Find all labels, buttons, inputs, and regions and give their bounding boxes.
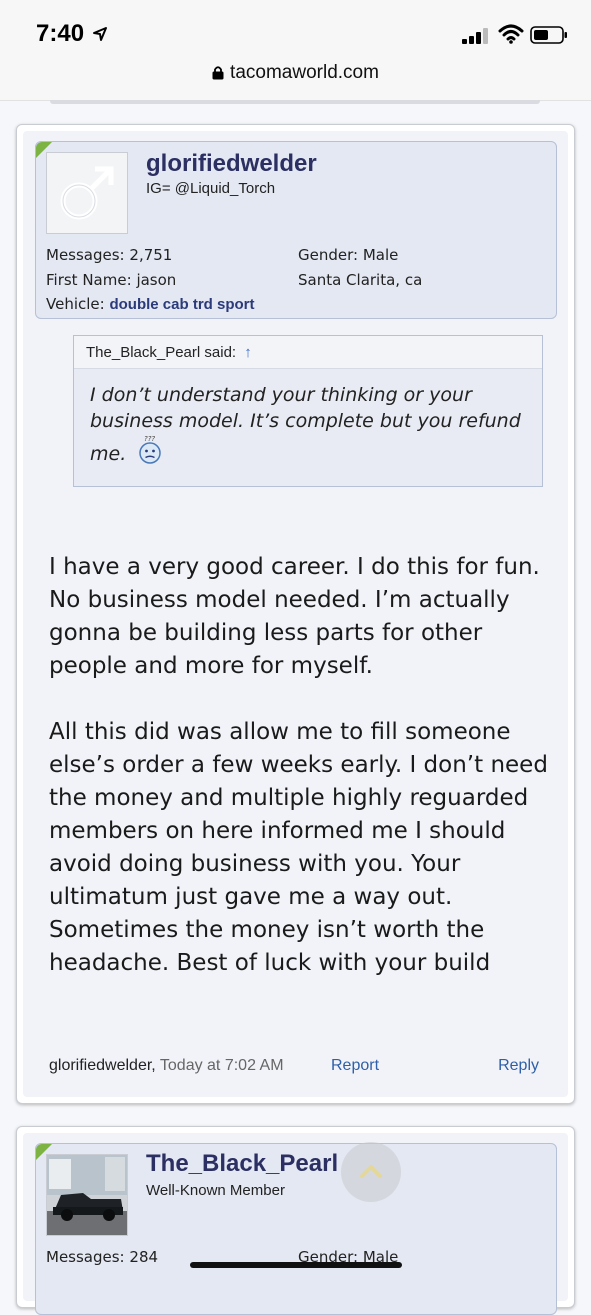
messages-field: Messages: 284	[46, 1248, 158, 1266]
report-link[interactable]: Report	[331, 1057, 379, 1075]
footer-separator: ,	[151, 1057, 156, 1074]
location-value: Santa Clarita, ca	[298, 271, 423, 289]
battery-icon	[530, 26, 567, 44]
vehicle-field: Vehicle: double cab trd sport	[46, 295, 255, 313]
user-title: IG= @Liquid_Torch	[146, 180, 276, 197]
lock-icon	[212, 66, 224, 80]
message-paragraph: All this did was allow me to fill someon…	[49, 719, 548, 976]
post-message: I have a very good career. I do this for…	[49, 551, 549, 1013]
wifi-icon	[498, 24, 524, 44]
quote-jump-link[interactable]: ↑	[244, 344, 252, 361]
gender-label: Gender:	[298, 246, 359, 264]
post: glorifiedwelder IG= @Liquid_Torch Messag…	[16, 124, 575, 1104]
footer-author-link[interactable]: glorifiedwelder	[49, 1057, 151, 1074]
url-bar[interactable]: tacomaworld.com	[0, 62, 591, 84]
reply-link[interactable]: Reply	[498, 1057, 539, 1075]
gender-value: Male	[362, 246, 399, 264]
user-info-panel: The_Black_Pearl Well-Known Member Messag…	[35, 1143, 557, 1315]
message-paragraph: I have a very good career. I do this for…	[49, 554, 540, 679]
username-link[interactable]: glorifiedwelder	[146, 150, 317, 178]
user-title: Well-Known Member	[146, 1182, 285, 1199]
location-arrow-icon	[93, 27, 107, 41]
firstname-label: First Name:	[46, 271, 132, 289]
scroll-to-top-button[interactable]	[341, 1142, 401, 1202]
avatar[interactable]	[46, 152, 128, 234]
svg-text:???: ???	[144, 435, 155, 443]
quote-author: The_Black_Pearl said: ↑	[86, 344, 252, 361]
male-avatar-icon	[60, 166, 114, 220]
post: The_Black_Pearl Well-Known Member Messag…	[16, 1126, 575, 1315]
signal-icon	[462, 28, 488, 44]
quote-block: The_Black_Pearl said: ↑ I don’t understa…	[73, 335, 543, 487]
home-indicator[interactable]	[190, 1262, 402, 1268]
scroll-top-icon	[360, 1165, 382, 1178]
messages-label: Messages:	[46, 1248, 125, 1266]
quote-author-text: The_Black_Pearl said:	[86, 344, 237, 361]
status-time: 7:40	[36, 20, 85, 47]
post-footer: glorifiedwelder, Today at 7:02 AM Report…	[49, 1057, 539, 1075]
vehicle-link[interactable]: double cab trd sport	[109, 296, 254, 313]
messages-field: Messages: 2,751	[46, 246, 172, 264]
status-bar: 7:40 tacomaworld.com	[0, 0, 591, 101]
firstname-value: jason	[136, 271, 177, 289]
username-link[interactable]: The_Black_Pearl	[146, 1150, 338, 1178]
confused-smiley-icon: ???	[139, 435, 162, 464]
previous-post-edge	[50, 100, 540, 104]
location-field: Santa Clarita, ca	[298, 271, 422, 289]
truck-photo-icon	[47, 1155, 127, 1235]
user-info-panel: glorifiedwelder IG= @Liquid_Torch Messag…	[35, 141, 557, 319]
messages-value: 284	[129, 1248, 159, 1266]
post-date[interactable]: Today at 7:02 AM	[160, 1057, 284, 1074]
messages-value: 2,751	[129, 246, 173, 264]
quote-header: The_Black_Pearl said: ↑	[74, 336, 542, 369]
vehicle-label: Vehicle:	[46, 295, 105, 313]
avatar[interactable]	[46, 1154, 128, 1236]
quote-text: I don’t understand your thinking or your…	[90, 382, 530, 467]
url-text: tacomaworld.com	[230, 62, 379, 83]
messages-label: Messages:	[46, 246, 125, 264]
firstname-field: First Name: jason	[46, 271, 176, 289]
gender-field: Gender: Male	[298, 246, 398, 264]
